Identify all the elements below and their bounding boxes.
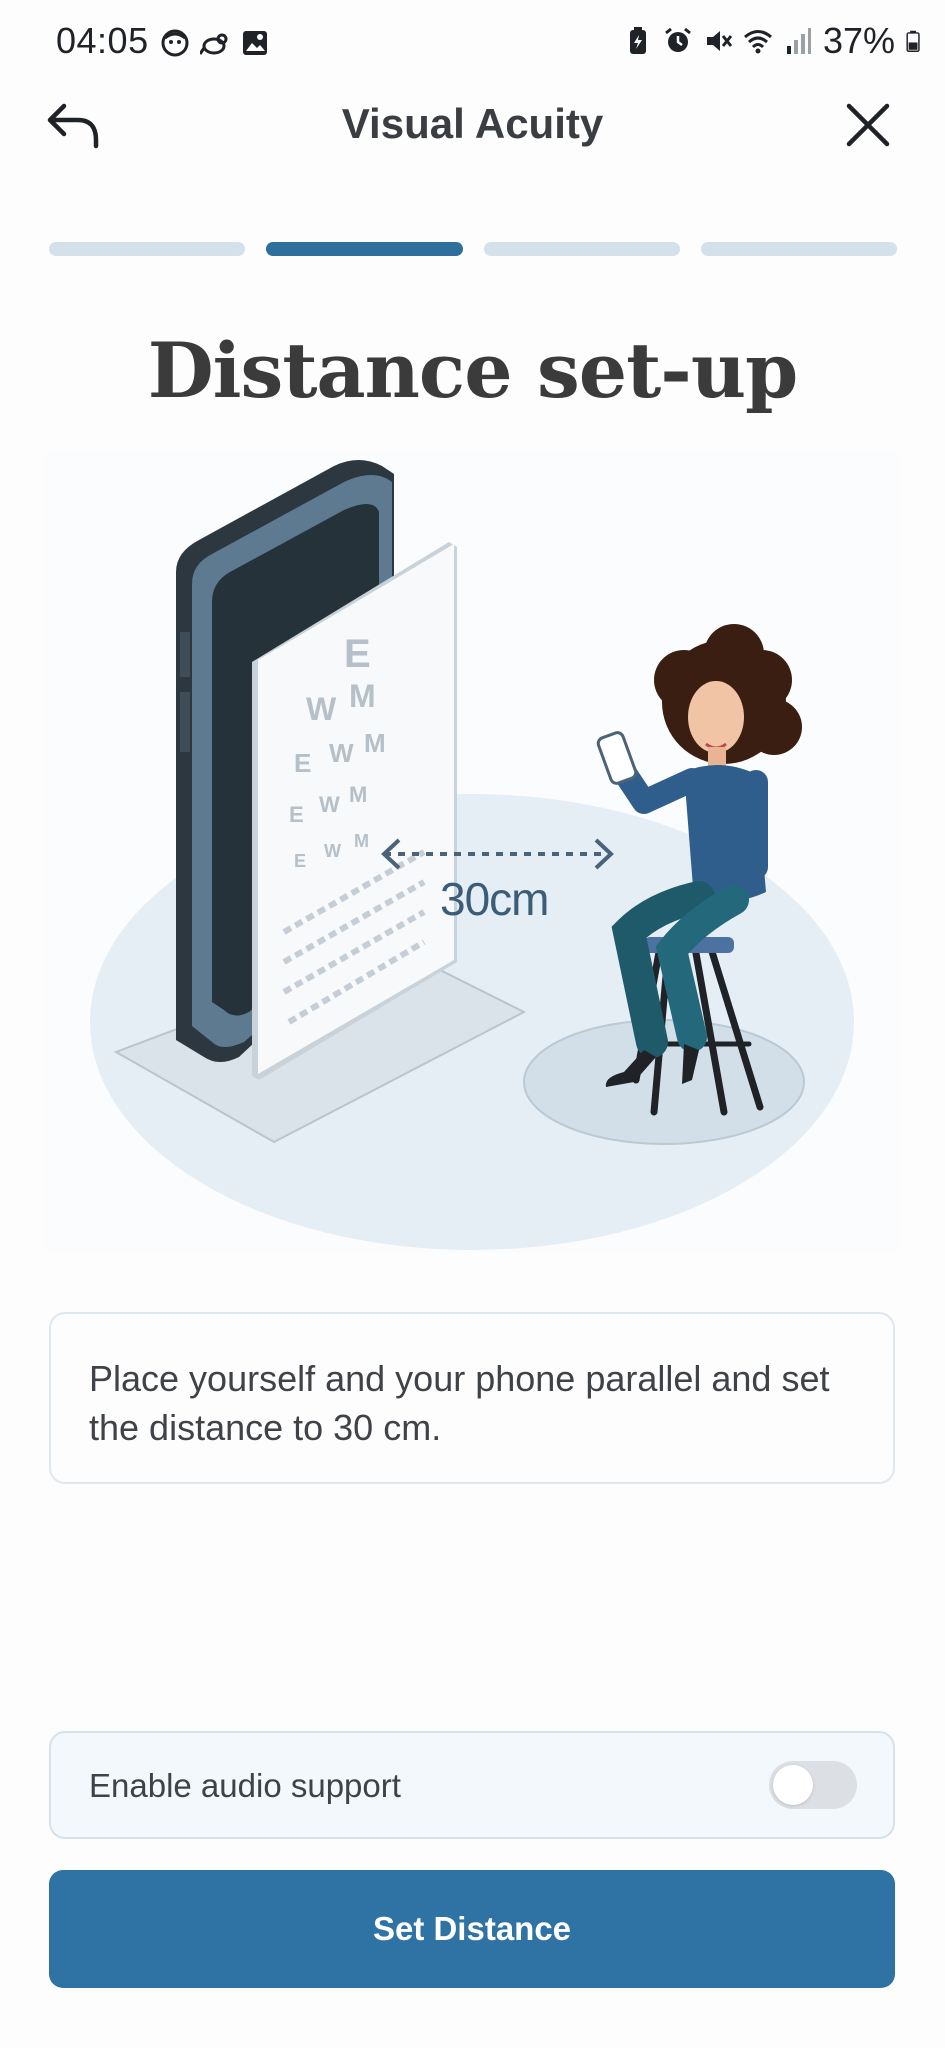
bird-icon <box>200 33 228 55</box>
instruction-card: Place yourself and your phone parallel a… <box>49 1312 895 1484</box>
audio-support-toggle[interactable] <box>769 1761 857 1809</box>
mute-icon <box>706 31 733 51</box>
chart-letter-1: E <box>344 632 371 676</box>
chart-letter-9: M <box>349 782 367 807</box>
battery-icon <box>906 30 920 52</box>
status-time: 04:05 <box>56 20 149 61</box>
distance-illustration: E W M E W M E W M E W M 30cm <box>44 452 900 1252</box>
small-phone <box>596 731 638 785</box>
chart-letter-5: W <box>329 738 354 768</box>
toggle-knob <box>773 1765 813 1805</box>
chart-letter-6: M <box>364 728 386 758</box>
status-right-icons: 37% <box>623 20 927 62</box>
signal-icon <box>786 28 811 54</box>
close-icon <box>846 103 890 147</box>
chart-letter-4: E <box>294 748 311 778</box>
section-heading: Distance set-up <box>147 326 798 415</box>
progress-step-2 <box>266 242 463 256</box>
audio-support-row: Enable audio support <box>49 1731 895 1839</box>
page-title: Visual Acuity <box>341 100 604 147</box>
chart-letter-2: W <box>306 691 337 727</box>
alarm-icon <box>665 27 691 52</box>
progress-step-3 <box>483 242 680 256</box>
status-bar: 04:05 37% <box>0 0 945 86</box>
distance-illustration-graphic: E W M E W M E W M E W M <box>90 460 854 1250</box>
audio-support-label: Enable audio support <box>89 1767 401 1804</box>
chart-letter-7: E <box>289 802 304 827</box>
chart-letter-3: M <box>349 678 376 714</box>
status-left-icons <box>160 28 270 58</box>
chart-letter-10: E <box>294 851 306 871</box>
distance-label: 30cm <box>440 873 549 925</box>
face-icon <box>161 29 189 57</box>
chart-letter-11: W <box>324 841 341 861</box>
progress-steps <box>49 242 897 256</box>
progress-step-4 <box>700 242 897 256</box>
wifi-icon <box>743 30 772 54</box>
chart-letter-12: M <box>354 831 369 851</box>
progress-step-1 <box>49 242 246 256</box>
battery-percent: 37% <box>822 20 895 61</box>
set-distance-button[interactable]: Set Distance <box>49 1870 895 1988</box>
battery-saver-icon <box>629 27 646 54</box>
close-button[interactable] <box>843 100 893 150</box>
gallery-icon <box>243 31 267 55</box>
instruction-text: Place yourself and your phone parallel a… <box>89 1358 830 1448</box>
chart-letter-8: W <box>319 792 340 817</box>
